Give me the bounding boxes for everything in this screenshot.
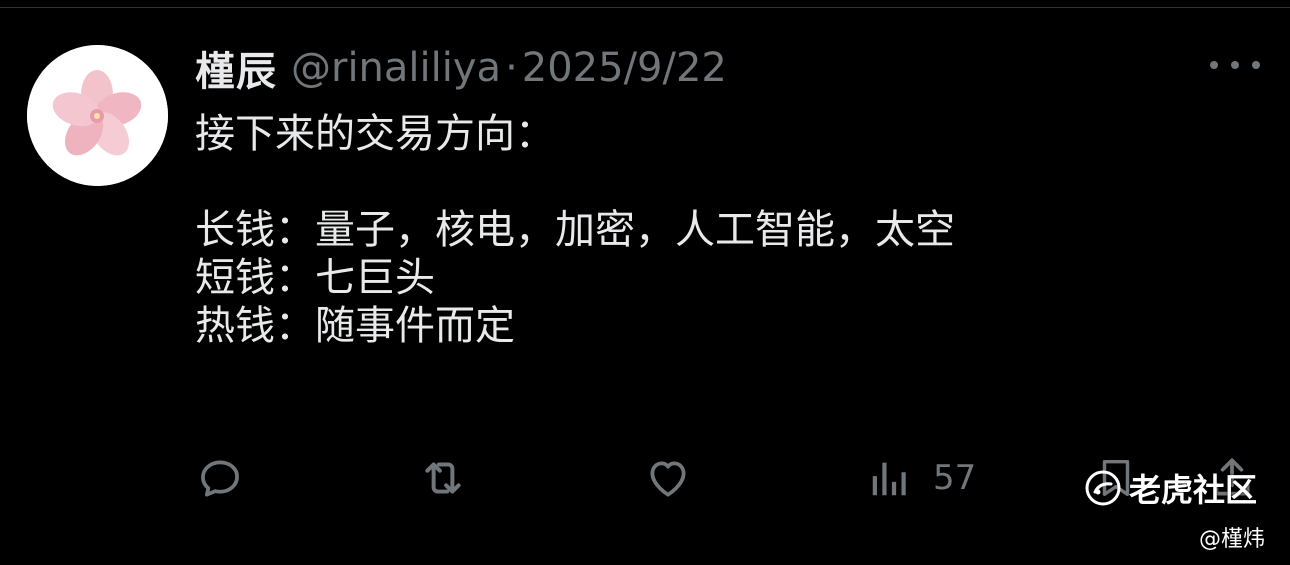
more-options-icon[interactable] (1210, 52, 1260, 78)
tweet-line (195, 158, 955, 206)
author-handle[interactable]: @rinaliliya (291, 45, 501, 91)
tweet-line: 短钱：七巨头 (195, 255, 435, 301)
avatar[interactable] (27, 45, 168, 186)
author-display-name[interactable]: 槿辰 (195, 39, 277, 97)
reply-button[interactable] (195, 452, 245, 504)
watermark-credit: @槿炜 (1198, 527, 1265, 552)
flower-avatar-image (27, 45, 168, 186)
tiger-community-watermark: 老虎社区 (1083, 466, 1257, 510)
separator-dot: · (505, 45, 518, 91)
post-date[interactable]: 2025/9/22 (522, 45, 727, 91)
like-button[interactable] (643, 452, 693, 504)
top-divider (0, 7, 1290, 8)
views-button[interactable]: 57 (867, 452, 976, 504)
tweet-line: 长钱：量子，核电，加密，人工智能，太空 (195, 207, 955, 253)
tweet-line: 接下来的交易方向： (195, 111, 555, 157)
tweet-header: 槿辰 @rinaliliya · 2025/9/22 (195, 40, 727, 96)
tweet-body: 接下来的交易方向： 长钱：量子，核电，加密，人工智能，太空 短钱：七巨头 热钱：… (195, 110, 955, 350)
heart-icon (650, 461, 686, 497)
views-bar-chart-icon (872, 462, 906, 496)
watermark-brand: 老虎社区 (1129, 471, 1258, 509)
tiger-logo-icon (1085, 470, 1121, 506)
tweet-line: 热钱：随事件而定 (195, 303, 515, 349)
retweet-button[interactable] (417, 452, 469, 504)
retweet-icon (425, 462, 461, 494)
reply-icon (201, 460, 239, 497)
views-count: 57 (933, 458, 977, 498)
